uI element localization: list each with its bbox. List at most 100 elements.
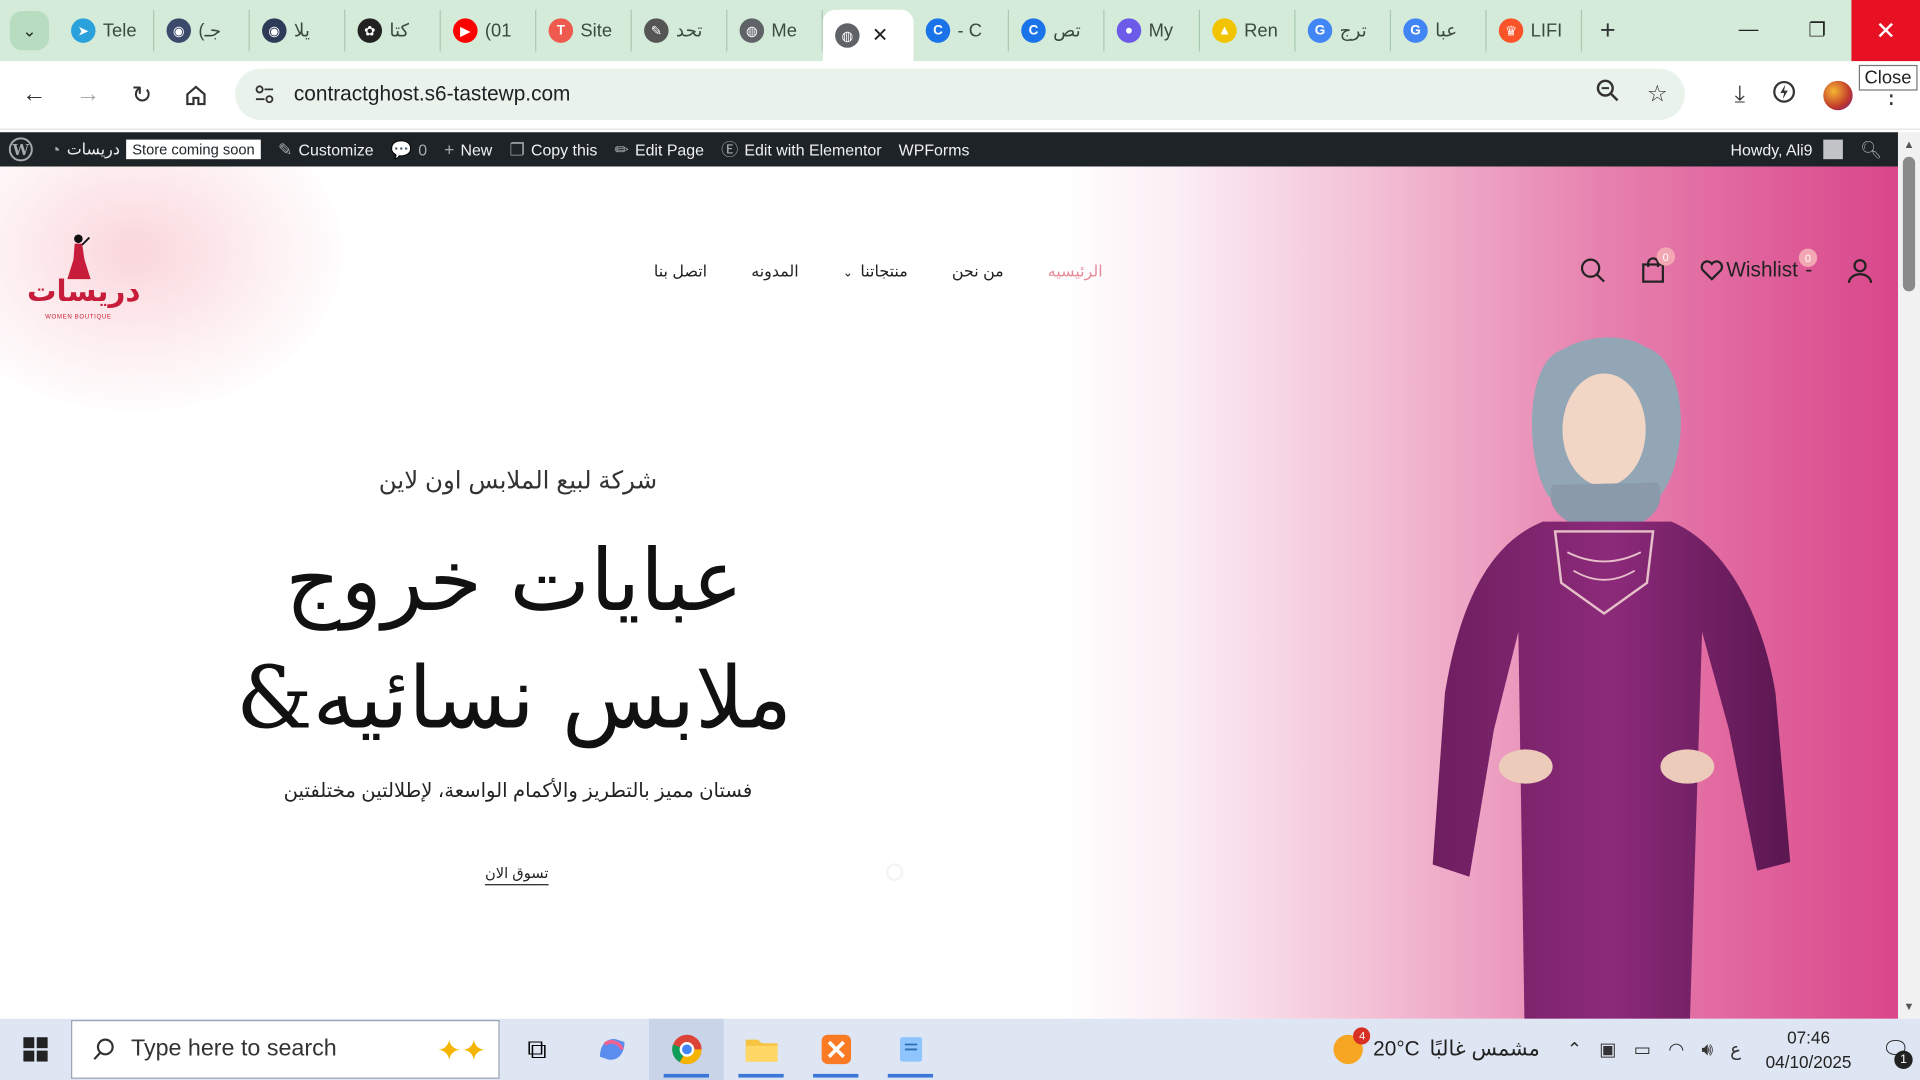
tab-bar: ⌄ ➤ Tele ◉ (جـ ◉ يلا ✿ كتا ▶ (01 T Site ✎ تحد ◍ Me ◍ ✕ C - … — [0, 0, 1920, 62]
cart-button[interactable]: 0 — [1641, 247, 1675, 284]
customize-label: Customize — [298, 140, 374, 159]
browser-tab[interactable]: ♛ LIFI — [1487, 9, 1583, 52]
plus-icon: + — [1599, 14, 1616, 46]
menu-item-label: الرئيسيه — [1047, 262, 1103, 281]
menu-item[interactable]: منتجاتنا ⌄ — [843, 262, 908, 282]
reload-button[interactable]: ↻ — [115, 70, 169, 119]
browser-tab[interactable]: T Site — [536, 9, 632, 52]
site-name-link[interactable]: ◔ دريسات Store coming soon — [42, 132, 270, 166]
edit-page-label: Edit Page — [634, 140, 704, 159]
meet-icon[interactable]: ▣ — [1599, 1038, 1616, 1061]
browser-tab[interactable]: ➤ Tele — [59, 9, 155, 52]
new-content-link[interactable]: + New — [436, 132, 501, 166]
chrome-app[interactable] — [648, 1018, 724, 1080]
weather-temp: 20°C — [1373, 1037, 1420, 1061]
vertical-scrollbar[interactable]: ▲ ▼ — [1897, 132, 1920, 1019]
show-hidden-icon[interactable]: ⌃ — [1567, 1038, 1582, 1061]
elementor-link[interactable]: Ⓔ Edit with Elementor — [713, 132, 891, 166]
browser-tab[interactable]: ✎ تحد — [632, 9, 728, 52]
menu-item[interactable]: الرئيسيه — [1048, 262, 1103, 282]
close-button[interactable]: ✕ — [1851, 0, 1920, 62]
battery-icon[interactable]: ▭ — [1634, 1038, 1651, 1061]
account-button[interactable] — [1847, 257, 1874, 284]
start-button[interactable] — [0, 1019, 71, 1080]
customize-link[interactable]: ✎ Customize — [269, 132, 382, 166]
admin-search-button[interactable]: 🔍︎ — [1852, 132, 1891, 166]
scroll-thumb[interactable] — [1902, 156, 1916, 292]
window-controls: — ❐ ✕ — [1714, 0, 1920, 62]
wishlist-button[interactable]: Wishlist - 0 — [1699, 248, 1818, 282]
quill-icon: ✎ — [644, 18, 669, 43]
performance-icon[interactable] — [1772, 80, 1796, 112]
globe-icon: ◍ — [835, 23, 860, 48]
minimize-icon: — — [1738, 19, 1759, 41]
google-icon: G — [1403, 18, 1428, 43]
tab-search-button[interactable]: ⌄ — [9, 11, 49, 51]
notepad-app[interactable] — [873, 1019, 948, 1080]
address-bar[interactable]: contractghost.s6-tastewp.com ☆ — [235, 68, 1685, 121]
xampp-app[interactable] — [798, 1019, 873, 1080]
zoom-icon[interactable] — [1595, 78, 1619, 110]
menu-item[interactable]: المدونه — [751, 262, 798, 282]
url-text[interactable]: contractghost.s6-tastewp.com — [294, 82, 571, 106]
task-view-button[interactable]: ⧉ — [500, 1019, 575, 1080]
scroll-up-icon[interactable]: ▲ — [1898, 135, 1920, 155]
browser-tab[interactable]: ◉ (جـ — [154, 9, 250, 52]
back-button[interactable]: ← — [7, 70, 61, 119]
volume-icon[interactable]: 🔊︎ — [1701, 1039, 1713, 1060]
browser-tab[interactable]: ◍ Me — [727, 9, 823, 52]
browser-tab[interactable]: G ترج — [1296, 9, 1392, 52]
file-explorer-app[interactable] — [724, 1019, 799, 1080]
browser-tab[interactable]: C- C — [913, 9, 1009, 52]
search-placeholder: Type here to search — [131, 1035, 337, 1062]
browser-tab[interactable]: ● My — [1104, 9, 1201, 52]
browser-tab[interactable]: ✿ كتا — [345, 9, 441, 52]
bookmark-star-icon[interactable]: ☆ — [1647, 80, 1668, 108]
taskbar-search[interactable]: Type here to search ✦✦ — [71, 1020, 500, 1079]
browser-tab[interactable]: ◍ ✕ — [822, 9, 914, 62]
restore-button[interactable]: ❐ — [1783, 0, 1852, 61]
browser-tab[interactable]: C تص — [1009, 9, 1105, 52]
minimize-button[interactable]: — — [1714, 0, 1783, 61]
wifi-icon[interactable]: ◠ — [1668, 1038, 1684, 1061]
wishlist-count-badge: 0 — [1798, 248, 1818, 267]
browser-tab[interactable]: G عبا — [1391, 9, 1487, 52]
browser-tab[interactable]: ▶ (01 — [441, 9, 537, 52]
google-icon: G — [1307, 18, 1333, 43]
wpforms-link[interactable]: WPForms — [890, 132, 978, 166]
browser-tab[interactable]: ▲ Ren — [1200, 9, 1296, 52]
search-button[interactable] — [1579, 257, 1606, 284]
profile-avatar[interactable] — [1823, 80, 1853, 111]
menu-item[interactable]: اتصل بنا — [654, 262, 707, 282]
forward-button[interactable]: → — [61, 70, 115, 119]
svg-text:W: W — [12, 142, 30, 159]
browser-tab[interactable]: ◉ يلا — [250, 9, 346, 52]
wishlist-label: Wishlist — [1726, 258, 1798, 282]
language-indicator[interactable]: ع — [1730, 1038, 1741, 1061]
tab-title: تحد — [675, 20, 703, 42]
edit-page-link[interactable]: ✏ Edit Page — [606, 132, 713, 166]
home-button[interactable] — [169, 70, 223, 119]
account-menu[interactable]: Howdy, Ali9 — [1722, 132, 1852, 166]
copilot-app[interactable] — [574, 1019, 649, 1080]
scroll-down-icon[interactable]: ▼ — [1898, 997, 1920, 1017]
hero-description: فستان مميز بالتطريز والأكمام الواسعة، لإ… — [283, 781, 753, 803]
user-avatar — [1823, 139, 1844, 160]
site-name-label: دريسات — [66, 139, 120, 158]
download-icon[interactable]: ⤓ — [1735, 82, 1745, 109]
wp-logo-button[interactable]: W — [0, 132, 42, 166]
new-tab-button[interactable]: + — [1589, 12, 1626, 49]
comments-link[interactable]: 💬 0 — [382, 132, 435, 166]
site-logo[interactable]: دريسات WOMEN BOUTIQUE — [27, 233, 140, 324]
close-tab-icon[interactable]: ✕ — [872, 23, 888, 47]
shop-now-link[interactable]: تسوق الان — [453, 864, 580, 886]
site-info-icon[interactable] — [250, 80, 279, 109]
notification-center-button[interactable]: 🗨︎ 1 — [1871, 1019, 1920, 1080]
copy-this-link[interactable]: ❐ Copy this — [501, 132, 606, 166]
howdy-label: Howdy, Ali9 — [1730, 140, 1813, 159]
menu-item[interactable]: من نحن — [952, 262, 1004, 282]
clock[interactable]: 07:46 04/10/2025 — [1766, 1025, 1852, 1074]
weather-widget[interactable]: 4 20°C مشمس غالبًا — [1333, 1027, 1540, 1065]
forward-arrow-icon: → — [75, 80, 101, 108]
folder-icon — [745, 1039, 777, 1062]
